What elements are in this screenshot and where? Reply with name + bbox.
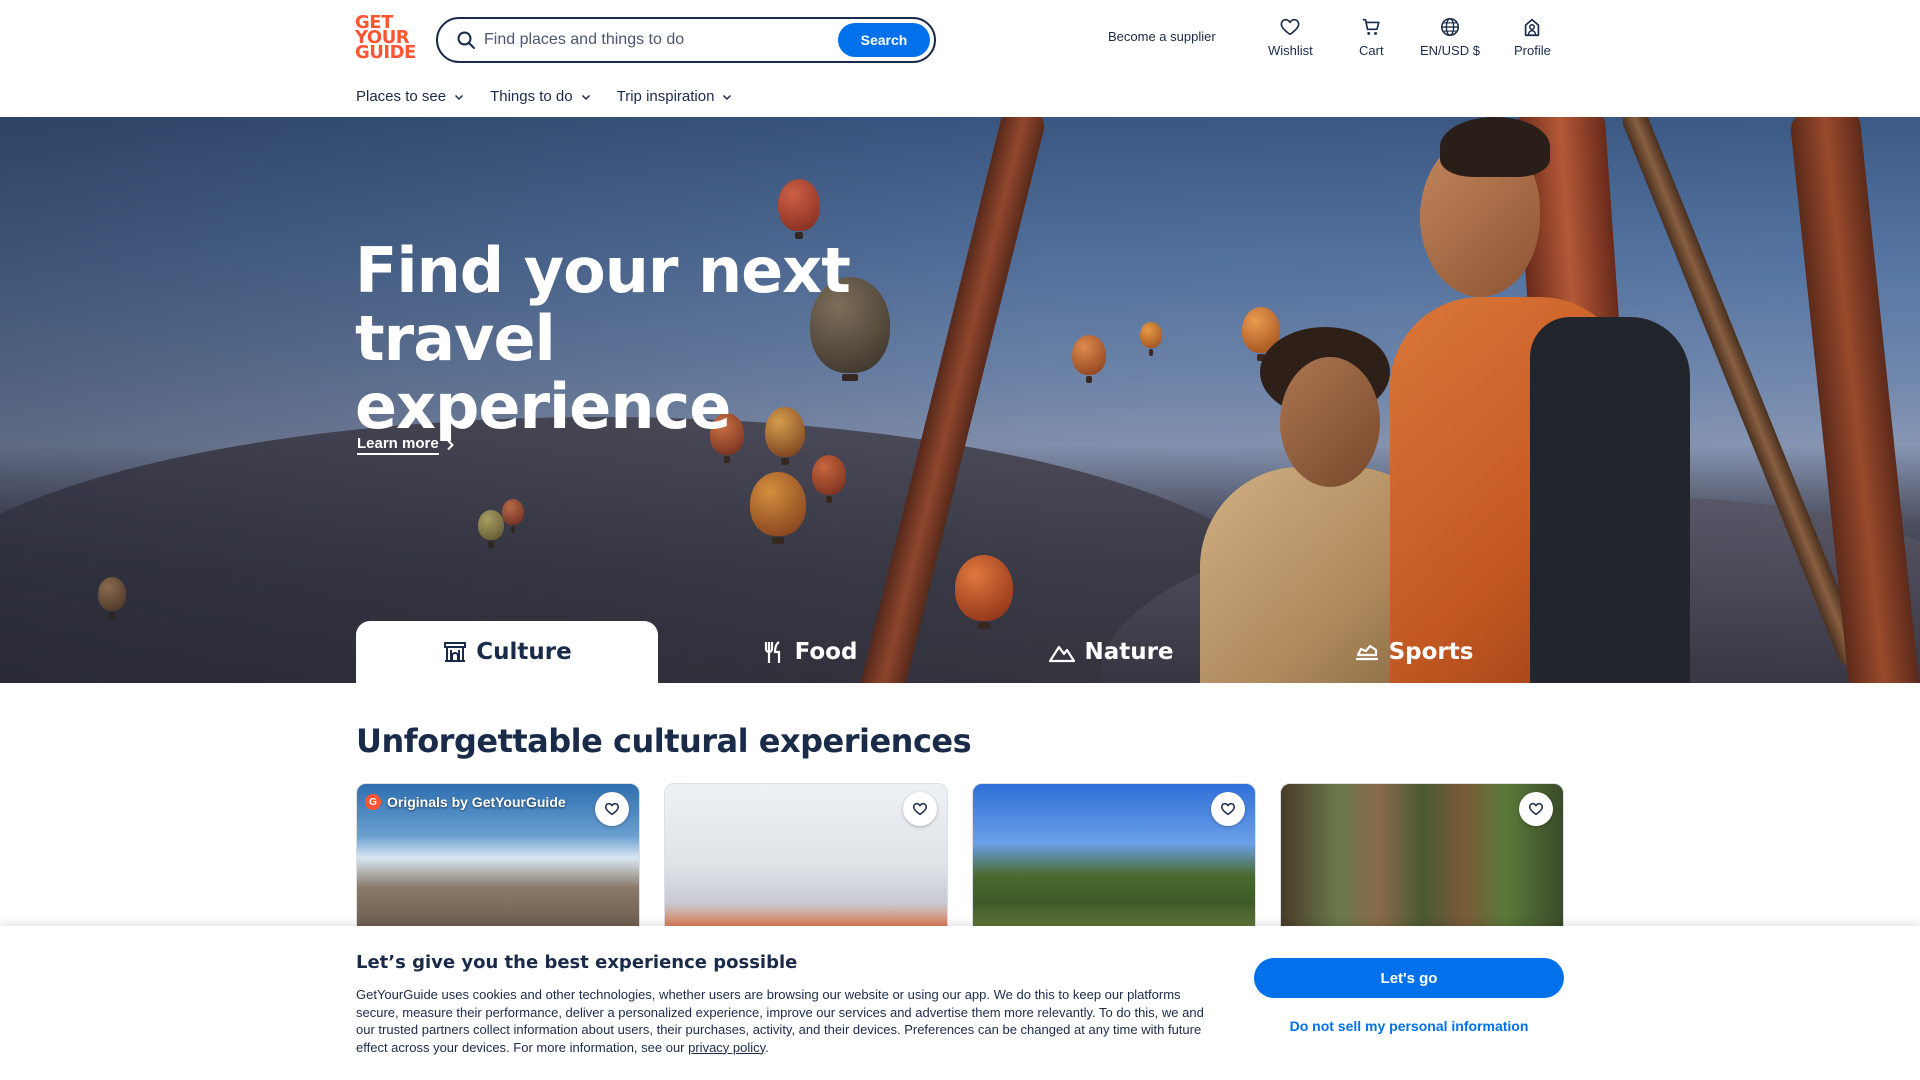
museum-icon: [444, 642, 467, 662]
tab-label: Culture: [476, 639, 572, 665]
learn-more-link[interactable]: Learn more: [357, 435, 455, 455]
cookie-title: Let’s give you the best experience possi…: [356, 952, 798, 973]
profile-icon: [1525, 18, 1540, 37]
subnav-things-to-do[interactable]: Things to do: [490, 88, 591, 105]
chevron-down-icon: [581, 94, 590, 100]
hero-banner: Find your next travel experience Learn m…: [0, 117, 1920, 683]
become-supplier-link[interactable]: Become a supplier: [1108, 29, 1216, 44]
cart-label: Cart: [1359, 43, 1384, 58]
utensils-icon: [764, 641, 780, 663]
cookie-text: GetYourGuide uses cookies and other tech…: [356, 987, 1204, 1055]
experience-card[interactable]: [972, 783, 1256, 933]
search-input[interactable]: [484, 28, 804, 52]
originals-badge: G Originals by GetYourGuide: [365, 794, 566, 810]
search-button[interactable]: Search: [838, 23, 930, 57]
accept-cookies-button[interactable]: Let's go: [1254, 958, 1564, 998]
heart-icon: [1221, 802, 1235, 816]
subnav-places-to-see[interactable]: Places to see: [356, 88, 464, 105]
secondary-nav: Places to see Things to do Trip inspirat…: [356, 88, 758, 105]
do-not-sell-link[interactable]: Do not sell my personal information: [1254, 1018, 1564, 1034]
chevron-down-icon: [455, 94, 464, 100]
add-to-wishlist-button[interactable]: [1211, 792, 1245, 826]
tab-nature[interactable]: Nature: [960, 621, 1262, 683]
chevron-right-icon: [446, 439, 454, 451]
experience-card[interactable]: [1280, 783, 1564, 933]
subnav-trip-inspiration[interactable]: Trip inspiration: [617, 88, 733, 105]
cookie-consent-banner: Let’s give you the best experience possi…: [0, 926, 1920, 1080]
hero-title-line: Find your next travel: [355, 234, 851, 375]
add-to-wishlist-button[interactable]: [903, 792, 937, 826]
tab-culture[interactable]: Culture: [356, 621, 658, 683]
subnav-label: Trip inspiration: [616, 88, 715, 105]
subnav-label: Places to see: [356, 88, 447, 105]
hero-title: Find your next travel experience: [355, 237, 995, 441]
cart-icon: [1363, 18, 1380, 35]
cart-button[interactable]: Cart: [1359, 16, 1384, 58]
heart-icon: [605, 802, 619, 816]
tab-sports[interactable]: Sports: [1262, 621, 1564, 683]
add-to-wishlist-button[interactable]: [595, 792, 629, 826]
site-header: GET YOUR GUIDE Search Become a supplier …: [0, 0, 1920, 117]
search-icon: [457, 31, 475, 49]
category-tabs: Culture Food Nature Sports: [356, 621, 1564, 683]
add-to-wishlist-button[interactable]: [1519, 792, 1553, 826]
profile-button[interactable]: Profile: [1514, 16, 1551, 58]
mountain-icon: [1049, 645, 1076, 663]
experience-card[interactable]: G Originals by GetYourGuide: [356, 783, 640, 933]
cookie-description: GetYourGuide uses cookies and other tech…: [356, 986, 1226, 1056]
heart-icon: [1280, 18, 1300, 36]
cookie-text-end: .: [765, 1039, 769, 1055]
search-bar: Search: [436, 17, 936, 63]
locale-label: EN/USD $: [1420, 43, 1480, 58]
globe-icon: [1440, 17, 1460, 37]
section-title: Unforgettable cultural experiences: [356, 722, 972, 760]
tab-label: Food: [794, 639, 858, 665]
subnav-label: Things to do: [490, 88, 573, 105]
privacy-policy-link[interactable]: privacy policy: [688, 1040, 765, 1055]
hero-title-line: experience: [355, 370, 731, 443]
locale-currency-button[interactable]: EN/USD $: [1420, 16, 1480, 58]
heart-icon: [1529, 802, 1543, 816]
wishlist-button[interactable]: Wishlist: [1268, 16, 1313, 58]
experience-card[interactable]: [664, 783, 948, 933]
profile-label: Profile: [1514, 43, 1551, 58]
getyourguide-g-icon: G: [365, 794, 381, 810]
sports-icon: [1355, 644, 1378, 661]
learn-more-label: Learn more: [357, 435, 439, 455]
heart-icon: [913, 802, 927, 816]
chevron-down-icon: [723, 94, 732, 100]
wishlist-label: Wishlist: [1268, 43, 1313, 58]
tab-food[interactable]: Food: [658, 621, 960, 683]
getyourguide-logo[interactable]: GET YOUR GUIDE: [355, 14, 416, 62]
badge-label: Originals by GetYourGuide: [387, 794, 566, 810]
tab-label: Sports: [1388, 639, 1474, 665]
tab-label: Nature: [1084, 639, 1174, 665]
